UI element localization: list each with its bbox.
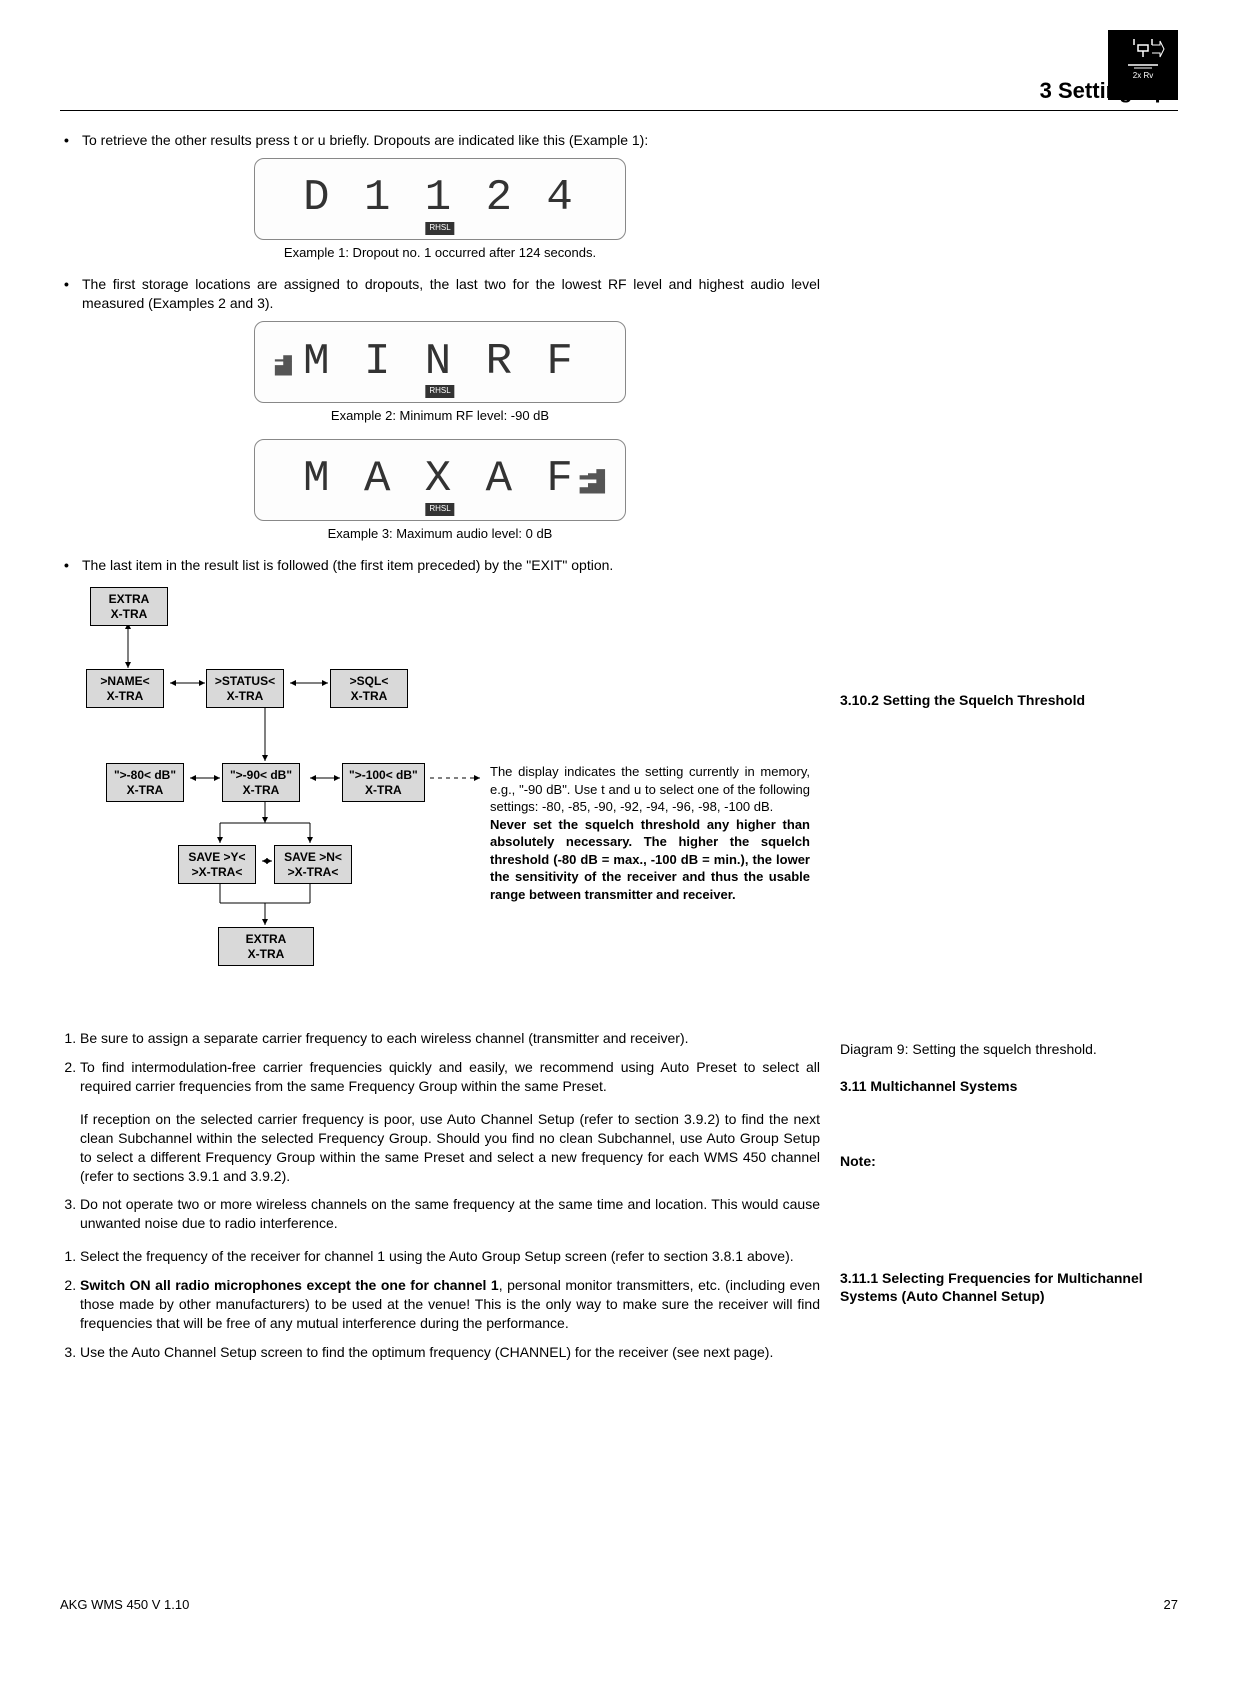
header-icon: 2x Rv [1108,30,1178,100]
lcd-tag: RHSL [425,222,454,235]
step-3111-1: Select the frequency of the receiver for… [80,1247,820,1266]
diagram-9-caption: Diagram 9: Setting the squelch threshold… [840,1040,1178,1059]
flow-sql: >SQL<X-TRA [330,669,408,708]
lcd-example2: ▁▃▅▇ M I N R F RHSL [254,321,626,403]
bullet-retrieve: To retrieve the other results press t or… [60,131,820,150]
footer-page: 27 [1164,1596,1178,1614]
flow-db90: ">-90< dB"X-TRA [222,763,300,802]
flow-extra-top: EXTRAX-TRA [90,587,168,626]
flow-save-y: SAVE >Y<>X-TRA< [178,845,256,884]
flow-name: >NAME<X-TRA [86,669,164,708]
heading-3-11: 3.11 Multichannel Systems [840,1077,1178,1096]
lcd-text: M A X A F [303,450,577,509]
caption-2: Example 2: Minimum RF level: -90 dB [60,407,820,425]
bars-icon: ▂▃▅▃▅▇ [580,466,605,494]
note-311: If reception on the selected carrier fre… [80,1110,820,1186]
note-label: Note: [840,1152,1178,1171]
flow-db80: ">-80< dB"X-TRA [106,763,184,802]
lcd-example3: M A X A F ▂▃▅▃▅▇ RHSL [254,439,626,521]
step-311-1: Be sure to assign a separate carrier fre… [80,1029,820,1048]
heading-3-10-2: 3.10.2 Setting the Squelch Threshold [840,691,1178,710]
step-311-2: To find intermodulation-free carrier fre… [80,1058,820,1096]
lcd-example1: D 1 1 2 4 RHSL [254,158,626,240]
step-3111-3: Use the Auto Channel Setup screen to fin… [80,1343,820,1362]
caption-3: Example 3: Maximum audio level: 0 dB [60,525,820,543]
lcd-tag: RHSL [425,385,454,398]
step-311-3: Do not operate two or more wireless chan… [80,1195,820,1233]
flow-status: >STATUS<X-TRA [206,669,284,708]
heading-3-11-1: 3.11.1 Selecting Frequencies for Multich… [840,1269,1178,1307]
step-3111-2: Switch ON all radio microphones except t… [80,1276,820,1333]
flow-extra-bottom: EXTRAX-TRA [218,927,314,966]
signal-icon: ▁▃▅▇ [275,348,292,376]
bullet-storage: The first storage locations are assigned… [60,275,820,313]
header-icon-label: 2x Rv [1133,71,1153,82]
list-311: Be sure to assign a separate carrier fre… [60,1029,820,1096]
flow-db100: ">-100< dB"X-TRA [342,763,425,802]
diagram-9: EXTRAX-TRA >NAME<X-TRA >STATUS<X-TRA >SQ… [60,583,820,1023]
caption-1: Example 1: Dropout no. 1 occurred after … [60,244,820,262]
lcd-tag: RHSL [425,503,454,516]
lcd-text: M I N R F [303,333,577,392]
flow-save-n: SAVE >N<>X-TRA< [274,845,352,884]
footer-left: AKG WMS 450 V 1.10 [60,1596,189,1614]
list-3111: Select the frequency of the receiver for… [60,1247,820,1361]
flow-description: The display indicates the setting curren… [490,763,810,903]
bullet-exit: The last item in the result list is foll… [60,556,820,575]
lcd-text: D 1 1 2 4 [303,169,577,228]
